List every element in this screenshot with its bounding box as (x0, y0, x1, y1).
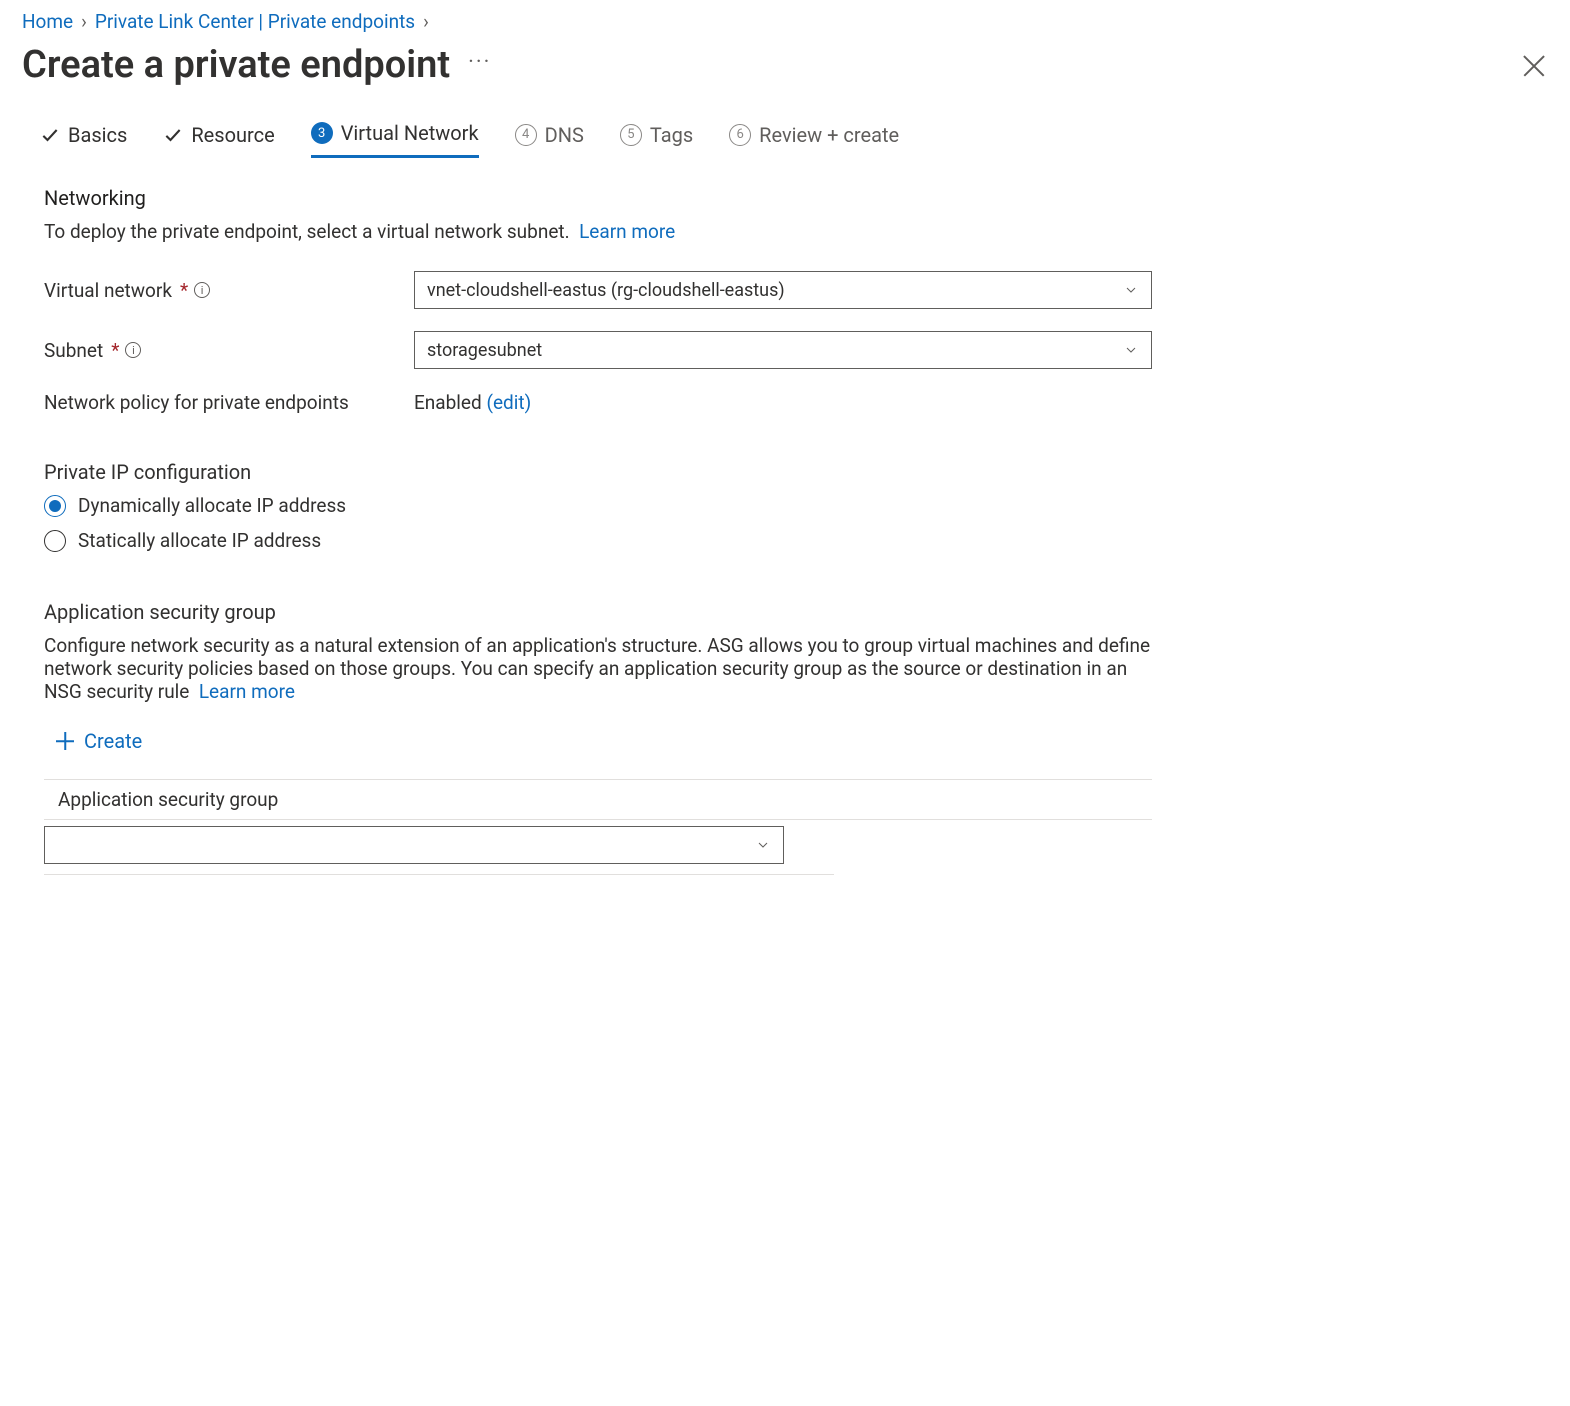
asg-table: Application security group (44, 779, 1152, 820)
tab-basics[interactable]: Basics (40, 123, 127, 157)
info-icon[interactable]: i (125, 342, 141, 358)
networking-description: To deploy the private endpoint, select a… (44, 220, 1152, 243)
virtual-network-label: Virtual network* i (44, 279, 414, 302)
tab-label: Resource (191, 123, 274, 147)
section-heading-asg: Application security group (44, 600, 1152, 624)
wizard-tabs: Basics Resource 3 Virtual Network 4 DNS … (22, 121, 1548, 158)
chevron-right-icon: › (423, 10, 429, 33)
radio-static-ip[interactable]: Statically allocate IP address (44, 529, 1152, 552)
tab-label: Virtual Network (341, 121, 479, 145)
chevron-down-icon (755, 837, 771, 853)
tab-label: Basics (68, 123, 127, 147)
asg-column-header: Application security group (44, 780, 1152, 819)
check-icon (40, 125, 60, 145)
tab-label: DNS (545, 123, 584, 147)
radio-dynamic-ip[interactable]: Dynamically allocate IP address (44, 494, 1152, 517)
virtual-network-select[interactable]: vnet-cloudshell-eastus (rg-cloudshell-ea… (414, 271, 1152, 309)
asg-create-button[interactable]: Create (56, 729, 142, 753)
info-icon[interactable]: i (194, 282, 210, 298)
radio-label: Statically allocate IP address (78, 529, 321, 552)
radio-label: Dynamically allocate IP address (78, 494, 346, 517)
chevron-right-icon: › (81, 10, 87, 33)
radio-icon (44, 495, 66, 517)
radio-icon (44, 530, 66, 552)
tab-tags[interactable]: 5 Tags (620, 123, 693, 157)
tab-dns[interactable]: 4 DNS (515, 123, 584, 157)
network-policy-value: Enabled (414, 391, 482, 414)
section-heading-networking: Networking (44, 186, 1152, 210)
page-title: Create a private endpoint (22, 43, 450, 87)
subnet-label: Subnet* i (44, 339, 414, 362)
asg-create-label: Create (84, 729, 142, 753)
virtual-network-value: vnet-cloudshell-eastus (rg-cloudshell-ea… (427, 280, 785, 301)
breadcrumb-private-link-center[interactable]: Private Link Center | Private endpoints (95, 10, 415, 33)
networking-learn-more-link[interactable]: Learn more (579, 220, 675, 243)
close-icon[interactable] (1520, 51, 1548, 79)
breadcrumb: Home › Private Link Center | Private end… (22, 10, 1548, 33)
asg-learn-more-link[interactable]: Learn more (199, 680, 295, 703)
step-number-icon: 3 (311, 122, 333, 144)
section-heading-ipconfig: Private IP configuration (44, 460, 1152, 484)
tab-review-create[interactable]: 6 Review + create (729, 123, 899, 157)
step-number-icon: 5 (620, 124, 642, 146)
tab-virtual-network[interactable]: 3 Virtual Network (311, 121, 479, 158)
breadcrumb-home[interactable]: Home (22, 10, 73, 33)
chevron-down-icon (1123, 282, 1139, 298)
check-icon (163, 125, 183, 145)
more-actions-icon[interactable]: ··· (468, 50, 491, 81)
tab-label: Tags (650, 123, 693, 147)
chevron-down-icon (1123, 342, 1139, 358)
asg-select[interactable] (44, 826, 784, 864)
subnet-value: storagesubnet (427, 340, 542, 361)
subnet-select[interactable]: storagesubnet (414, 331, 1152, 369)
network-policy-edit-link[interactable]: (edit) (486, 391, 531, 414)
step-number-icon: 6 (729, 124, 751, 146)
step-number-icon: 4 (515, 124, 537, 146)
plus-icon (56, 732, 74, 750)
tab-resource[interactable]: Resource (163, 123, 274, 157)
network-policy-label: Network policy for private endpoints (44, 391, 414, 414)
asg-description: Configure network security as a natural … (44, 634, 1152, 703)
tab-label: Review + create (759, 123, 899, 147)
